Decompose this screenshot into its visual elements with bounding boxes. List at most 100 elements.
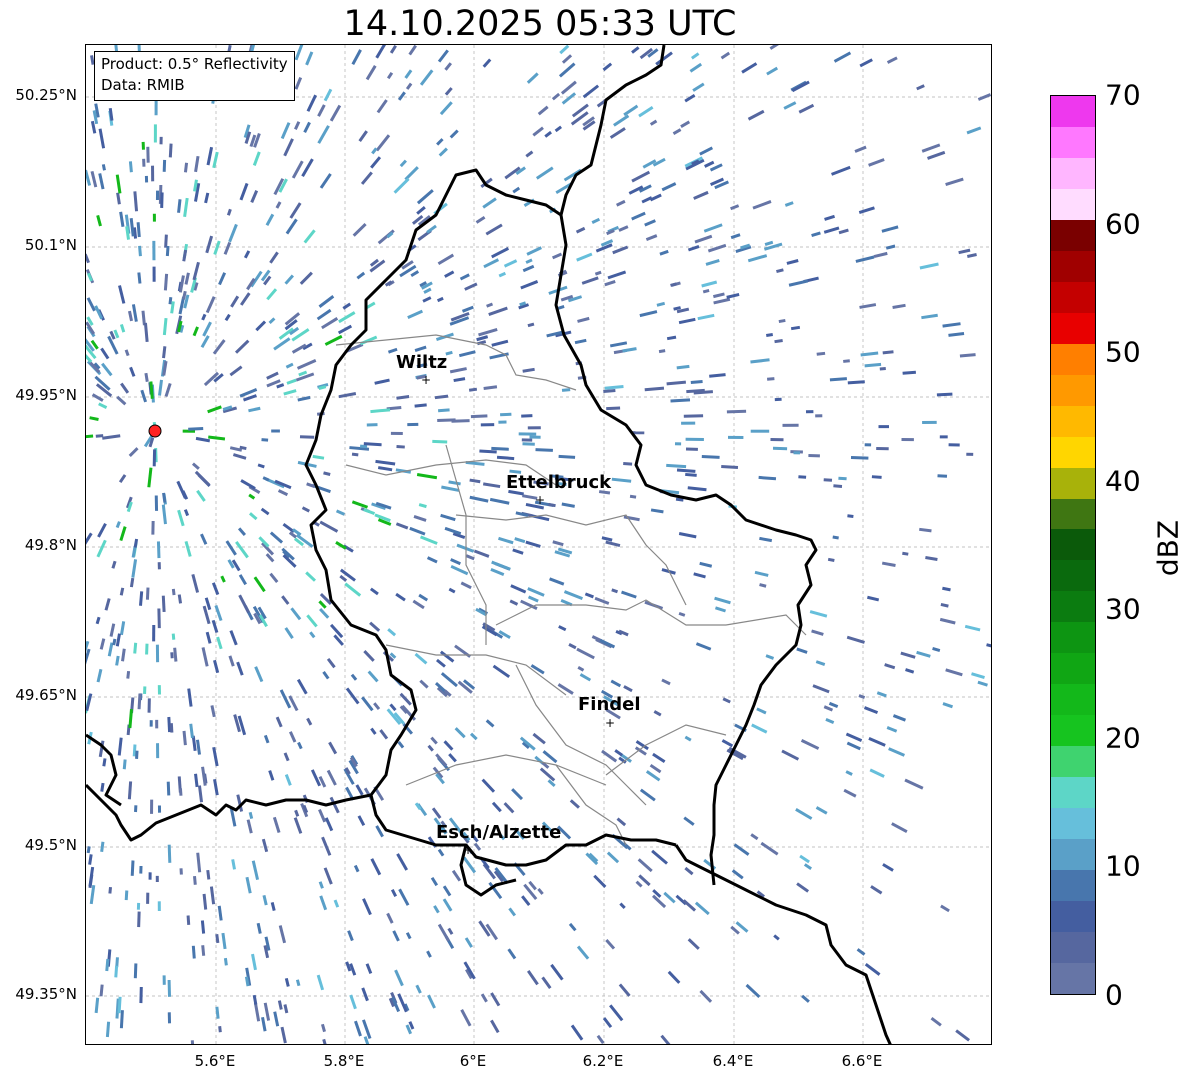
radar-echo (437, 49, 449, 63)
radar-echo (326, 657, 336, 669)
radar-echo (450, 558, 461, 566)
city-esch-alzette[interactable]: Esch/Alzette + (436, 822, 561, 857)
radar-echo (162, 159, 167, 172)
radar-echo (251, 860, 260, 880)
radar-echo (255, 320, 267, 332)
radar-echo (101, 164, 106, 171)
radar-echo (442, 898, 453, 912)
radar-echo (212, 746, 219, 767)
lat-tick: 49.65°N (15, 686, 77, 704)
radar-echo (483, 258, 500, 269)
radar-echo (138, 245, 142, 257)
radar-echo (262, 894, 268, 906)
radar-echo (881, 561, 896, 567)
radar-echo (878, 425, 890, 429)
radar-echo (529, 435, 541, 439)
colorbar-segment (1051, 529, 1095, 561)
radar-echo (177, 199, 182, 213)
radar-echo (118, 474, 127, 483)
radar-echo (248, 406, 261, 413)
radar-echo (480, 993, 488, 1003)
radar-echo (690, 52, 700, 60)
colorbar-segment (1051, 95, 1095, 127)
radar-echo (299, 435, 315, 439)
radar-echo (288, 731, 297, 743)
radar-echo (152, 266, 156, 282)
radar-echo (101, 362, 113, 377)
radar-echo (303, 229, 316, 244)
radar-echo (90, 170, 98, 188)
radar-echo (678, 532, 697, 539)
radar-echo (176, 480, 187, 499)
radar-echo (784, 201, 794, 207)
radar-echo (99, 984, 104, 997)
radar-map-canvas[interactable]: Wiltz + Ettelbruck + Findel + Esch/Alzet… (86, 45, 992, 1045)
radar-echo (685, 437, 704, 442)
radar-echo (351, 49, 362, 66)
radar-echo (522, 367, 535, 373)
radar-echo (179, 868, 183, 875)
radar-echo (194, 470, 211, 487)
radar-echo (169, 723, 174, 733)
radar-echo (825, 717, 835, 725)
radar-echo (902, 370, 916, 375)
city-ettelbruck[interactable]: Ettelbruck + (506, 472, 612, 507)
radar-echo (252, 151, 261, 166)
radar-echo (221, 932, 227, 950)
radar-echo (352, 222, 367, 237)
radar-echo (639, 310, 658, 318)
radar-echo (977, 680, 988, 687)
radar-echo (187, 688, 193, 707)
city-findel[interactable]: Findel + (578, 694, 641, 730)
radar-echo (152, 449, 157, 467)
radar-echo (635, 880, 643, 888)
radar-echo (192, 326, 199, 337)
radar-echo (521, 414, 533, 418)
radar-echo (137, 911, 141, 928)
radar-echo (693, 572, 706, 579)
radar-echo (576, 945, 590, 960)
radar-echo (439, 650, 455, 663)
radar-echo (884, 663, 896, 670)
radar-echo (155, 644, 160, 663)
radar-echo (337, 324, 353, 335)
radar-echo (268, 770, 275, 781)
radar-echo (579, 673, 592, 682)
radar-echo (373, 702, 381, 710)
radar-echo (869, 768, 885, 778)
radar-echo (945, 668, 963, 677)
radar-echo (496, 455, 515, 461)
radar-echo (270, 902, 276, 911)
radar-echo (419, 69, 434, 86)
radar-echo (363, 508, 376, 516)
radar-echo (390, 889, 398, 897)
radar-echo (149, 720, 153, 727)
radar-echo (823, 226, 840, 234)
product-label: Product: 0.5° Reflectivity (101, 55, 288, 73)
radar-echo (265, 213, 275, 226)
city-wiltz[interactable]: Wiltz + (396, 352, 447, 387)
radar-echo (148, 872, 152, 880)
radar-echo (940, 602, 949, 608)
radar-map[interactable]: Wiltz + Ettelbruck + Findel + Esch/Alzet… (85, 44, 992, 1045)
radar-echo (750, 833, 759, 841)
radar-echo (511, 788, 524, 801)
radar-echo (339, 568, 356, 582)
radar-site-marker[interactable] (148, 424, 162, 438)
radar-echo (468, 387, 478, 392)
radar-echo (152, 213, 156, 222)
radar-echo (102, 758, 107, 767)
radar-echo (261, 438, 269, 442)
radar-echo (190, 1040, 195, 1044)
radar-echo (491, 801, 502, 813)
radar-echo (535, 448, 553, 452)
radar-echo (639, 788, 656, 802)
radar-echo (687, 244, 700, 252)
radar-echo (921, 143, 941, 153)
radar-echo (281, 595, 290, 605)
radar-echo (571, 103, 589, 118)
radar-echo (351, 452, 359, 457)
radar-echo (316, 974, 325, 991)
radar-echo (344, 582, 362, 597)
radar-echo (541, 976, 552, 990)
